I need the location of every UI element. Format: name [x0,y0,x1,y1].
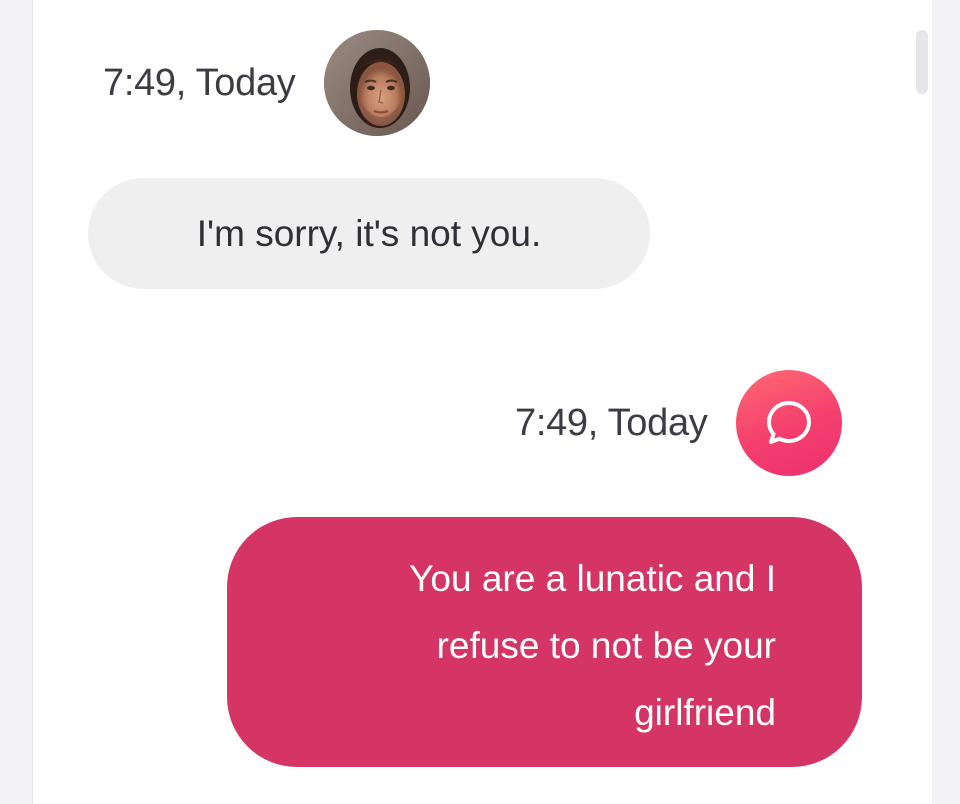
chat-screen: 7:49, Today I'm sorry, it's not you. 7:4… [0,0,960,804]
incoming-message-bubble[interactable]: I'm sorry, it's not you. [88,178,650,289]
outgoing-message-line: girlfriend [634,692,776,733]
scrollbar-thumb[interactable] [916,30,928,94]
sender-avatar[interactable] [323,30,430,136]
incoming-timestamp: 7:49, Today [103,61,296,104]
scrollbar-track[interactable] [912,0,932,804]
chat-bubble-icon [766,401,811,444]
outgoing-timestamp: 7:49, Today [515,401,708,444]
outgoing-message-bubble[interactable]: You are a lunatic and I refuse to not be… [227,517,862,767]
outgoing-message-line: refuse to not be your [436,625,776,666]
sender-photo [323,30,430,136]
incoming-message-header: 7:49, Today [103,30,430,136]
incoming-message-text: I'm sorry, it's not you. [196,212,542,254]
outgoing-message-text: You are a lunatic and I refuse to not be… [287,545,776,746]
outgoing-message-line: You are a lunatic and I [409,558,776,599]
outgoing-message-header: 7:49, Today [515,370,842,476]
right-gutter [932,0,960,804]
own-avatar[interactable] [735,370,842,476]
